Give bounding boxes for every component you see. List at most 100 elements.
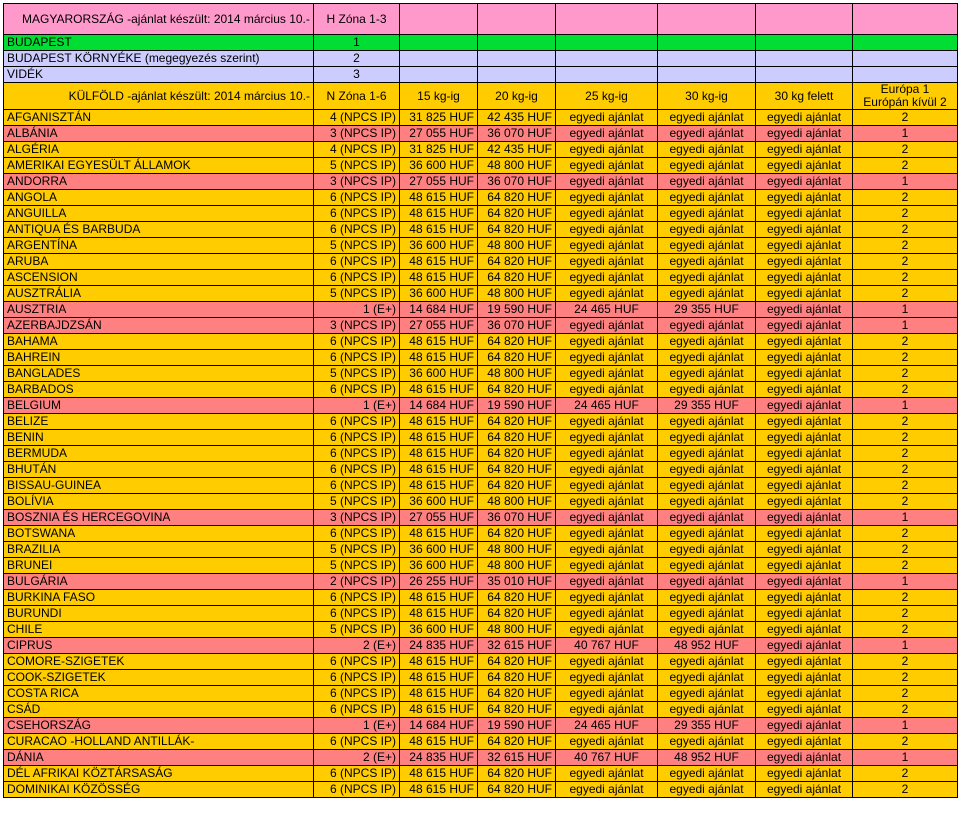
- price-25kg: egyedi ajánlat: [555, 349, 658, 366]
- price-25kg: egyedi ajánlat: [555, 733, 658, 750]
- price-30kg: egyedi ajánlat: [657, 141, 756, 158]
- price-over-30kg: egyedi ajánlat: [755, 749, 853, 766]
- price-25kg: egyedi ajánlat: [555, 317, 658, 334]
- table-row: CSEHORSZÁG 1 (E+) 14 684 HUF 19 590 HUF 24 4…: [3, 717, 958, 734]
- price-30kg: egyedi ajánlat: [657, 653, 756, 670]
- europe-code: 1: [852, 717, 958, 734]
- europe-code: 1: [852, 573, 958, 590]
- europe-code: 2: [852, 525, 958, 542]
- price-20kg: 48 800 HUF: [477, 365, 556, 382]
- country-zone: 5 (NPCS IP): [313, 493, 400, 510]
- country-zone: 3 (NPCS IP): [313, 173, 400, 190]
- price-over-30kg: egyedi ajánlat: [755, 397, 853, 414]
- price-30kg: egyedi ajánlat: [657, 237, 756, 254]
- price-30kg: egyedi ajánlat: [657, 509, 756, 526]
- price-15kg: 48 615 HUF: [399, 205, 478, 222]
- price-20kg: 64 820 HUF: [477, 429, 556, 446]
- price-over-30kg: egyedi ajánlat: [755, 173, 853, 190]
- price-30kg: egyedi ajánlat: [657, 733, 756, 750]
- table-row: CSÁD 6 (NPCS IP) 48 615 HUF 64 820 HUF egyed…: [3, 701, 958, 718]
- price-30kg: egyedi ajánlat: [657, 477, 756, 494]
- country-zone: 6 (NPCS IP): [313, 589, 400, 606]
- europe-code: 2: [852, 333, 958, 350]
- price-over-30kg: egyedi ajánlat: [755, 701, 853, 718]
- country-name: BULGÁRIA: [3, 573, 314, 590]
- country-name: BHUTÁN: [3, 461, 314, 478]
- price-15kg: 14 684 HUF: [399, 397, 478, 414]
- country-zone: 5 (NPCS IP): [313, 285, 400, 302]
- domestic-label: VIDÉK: [3, 66, 314, 83]
- price-25kg: egyedi ajánlat: [555, 669, 658, 686]
- table-row: ANTIQUA ÉS BARBUDA 6 (NPCS IP) 48 615 HUF 6…: [3, 221, 958, 238]
- europe-code: 1: [852, 317, 958, 334]
- price-30kg: egyedi ajánlat: [657, 349, 756, 366]
- table-row: DÁNIA 2 (E+) 24 835 HUF 32 615 HUF 40 767 HU…: [3, 749, 958, 766]
- country-name: BERMUDA: [3, 445, 314, 462]
- price-15kg: 48 615 HUF: [399, 381, 478, 398]
- country-zone: 2 (E+): [313, 749, 400, 766]
- price-15kg: 36 600 HUF: [399, 157, 478, 174]
- country-zone: 5 (NPCS IP): [313, 237, 400, 254]
- table-row: BOSZNIA ÉS HERCEGOVINA 3 (NPCS IP) 27 055 …: [3, 509, 958, 526]
- price-over-30kg: egyedi ajánlat: [755, 637, 853, 654]
- price-30kg: egyedi ajánlat: [657, 461, 756, 478]
- price-30kg: egyedi ajánlat: [657, 669, 756, 686]
- price-15kg: 36 600 HUF: [399, 285, 478, 302]
- country-name: BURKINA FASO: [3, 589, 314, 606]
- country-name: AZERBAJDZSÁN: [3, 317, 314, 334]
- country-name: AUSZTRÁLIA: [3, 285, 314, 302]
- europe-code: 1: [852, 509, 958, 526]
- price-over-30kg: egyedi ajánlat: [755, 589, 853, 606]
- price-over-30kg: egyedi ajánlat: [755, 237, 853, 254]
- price-20kg: 64 820 HUF: [477, 701, 556, 718]
- country-name: CURACAO -HOLLAND ANTILLÁK-: [3, 733, 314, 750]
- country-name: BOLÍVIA: [3, 493, 314, 510]
- price-30kg: 29 355 HUF: [657, 717, 756, 734]
- price-30kg: egyedi ajánlat: [657, 445, 756, 462]
- country-name: BARBADOS: [3, 381, 314, 398]
- price-over-30kg: egyedi ajánlat: [755, 381, 853, 398]
- price-25kg: egyedi ajánlat: [555, 285, 658, 302]
- header-15kg: 15 kg-ig: [399, 82, 478, 110]
- price-25kg: egyedi ajánlat: [555, 141, 658, 158]
- price-20kg: 19 590 HUF: [477, 717, 556, 734]
- europe-code: 2: [852, 477, 958, 494]
- price-over-30kg: egyedi ajánlat: [755, 157, 853, 174]
- country-zone: 4 (NPCS IP): [313, 109, 400, 126]
- country-name: COMORE-SZIGETEK: [3, 653, 314, 670]
- price-15kg: 48 615 HUF: [399, 221, 478, 238]
- country-zone: 6 (NPCS IP): [313, 781, 400, 798]
- price-30kg: egyedi ajánlat: [657, 125, 756, 142]
- europe-code: 2: [852, 541, 958, 558]
- country-name: BELGIUM: [3, 397, 314, 414]
- country-name: BANGLADES: [3, 365, 314, 382]
- country-zone: 6 (NPCS IP): [313, 733, 400, 750]
- price-15kg: 36 600 HUF: [399, 557, 478, 574]
- price-15kg: 48 615 HUF: [399, 733, 478, 750]
- country-name: BELIZE: [3, 413, 314, 430]
- country-name: ANDORRA: [3, 173, 314, 190]
- europe-code: 2: [852, 653, 958, 670]
- price-over-30kg: egyedi ajánlat: [755, 509, 853, 526]
- price-15kg: 27 055 HUF: [399, 125, 478, 142]
- country-name: ALBÁNIA: [3, 125, 314, 142]
- price-20kg: 64 820 HUF: [477, 445, 556, 462]
- price-25kg: egyedi ajánlat: [555, 253, 658, 270]
- price-over-30kg: egyedi ajánlat: [755, 317, 853, 334]
- country-zone: 6 (NPCS IP): [313, 445, 400, 462]
- price-25kg: 24 465 HUF: [555, 397, 658, 414]
- price-25kg: egyedi ajánlat: [555, 541, 658, 558]
- europe-code: 1: [852, 125, 958, 142]
- country-zone: 6 (NPCS IP): [313, 685, 400, 702]
- table-row: BAHREIN 6 (NPCS IP) 48 615 HUF 64 820 HUF eg…: [3, 349, 958, 366]
- country-zone: 5 (NPCS IP): [313, 157, 400, 174]
- price-30kg: 29 355 HUF: [657, 397, 756, 414]
- country-name: ANGUILLA: [3, 205, 314, 222]
- price-25kg: egyedi ajánlat: [555, 125, 658, 142]
- price-over-30kg: egyedi ajánlat: [755, 109, 853, 126]
- price-over-30kg: egyedi ajánlat: [755, 205, 853, 222]
- country-zone: 2 (E+): [313, 637, 400, 654]
- europe-code: 2: [852, 765, 958, 782]
- price-20kg: 36 070 HUF: [477, 317, 556, 334]
- country-name: AFGANISZTÁN: [3, 109, 314, 126]
